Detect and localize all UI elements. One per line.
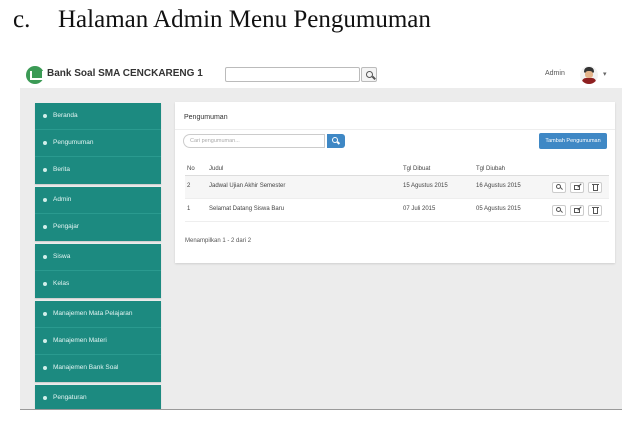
sidebar-item-label: Admin — [53, 196, 72, 203]
column-header-updated: Tgl Diubah — [476, 166, 506, 172]
table-header: No Judul Tgl Dibuat Tgl Diubah — [185, 162, 609, 176]
menu-dot-icon — [43, 282, 47, 286]
edit-icon — [574, 208, 580, 213]
sidebar-item-label: Manajemen Bank Soal — [53, 364, 119, 371]
top-navbar: Bank Soal SMA CENCKARENG 1 Admin ▾ — [20, 62, 622, 88]
search-icon — [556, 184, 561, 189]
announcement-search-button[interactable] — [327, 134, 345, 148]
figure-caption: c. Halaman Admin Menu Pengumuman — [0, 0, 642, 42]
brand-name[interactable]: Bank Soal SMA CENCKARENG 1 — [47, 68, 203, 79]
announcement-panel: Pengumuman Tambah Pengumuman No Judul Tg… — [175, 102, 615, 263]
column-header-judul: Judul — [209, 166, 224, 172]
announcement-search-input[interactable] — [184, 135, 324, 147]
divider — [175, 129, 615, 130]
search-icon — [366, 71, 373, 78]
view-button[interactable] — [552, 205, 566, 216]
row-updated-date: 16 Agustus 2015 — [476, 183, 521, 189]
delete-button[interactable] — [588, 205, 602, 216]
sidebar-item-label: Manajemen Mata Pelajaran — [53, 310, 133, 317]
sidebar-item-label: Pengajar — [53, 223, 80, 230]
add-announcement-button[interactable]: Tambah Pengumuman — [539, 133, 607, 149]
menu-dot-icon — [43, 114, 47, 118]
row-number: 2 — [187, 183, 191, 189]
sidebar-item-berita[interactable]: Berita — [35, 157, 161, 184]
user-name[interactable]: Admin — [545, 70, 565, 77]
sidebar-item-label: Berita — [53, 166, 70, 173]
menu-dot-icon — [43, 141, 47, 145]
navbar-search-input[interactable] — [225, 67, 360, 82]
row-updated-date: 05 Agustus 2015 — [476, 206, 521, 212]
sidebar-item-bank-soal[interactable]: Manajemen Bank Soal — [35, 355, 161, 382]
table-footer-count: Menampilkan 1 - 2 dari 2 — [185, 238, 252, 244]
announcement-search-box — [183, 134, 325, 148]
menu-dot-icon — [43, 255, 47, 259]
sidebar-group-main: Beranda Pengumuman Berita — [35, 103, 161, 184]
sidebar-item-materi[interactable]: Manajemen Materi — [35, 328, 161, 355]
sidebar-item-label: Pengaturan — [53, 394, 87, 401]
row-title: Jadwal Ujian Akhir Semester — [209, 183, 286, 189]
row-created-date: 15 Agustus 2015 — [403, 183, 448, 189]
sidebar-item-kelas[interactable]: Kelas — [35, 271, 161, 298]
sidebar-item-pengajar[interactable]: Pengajar — [35, 214, 161, 241]
sidebar: Beranda Pengumuman Berita Admin Pengajar — [35, 103, 161, 409]
menu-dot-icon — [43, 225, 47, 229]
announcement-table: No Judul Tgl Dibuat Tgl Diubah 2 Jadwal … — [185, 162, 609, 222]
trash-icon — [592, 207, 599, 214]
table-row: 1 Selamat Datang Siswa Baru 07 Juli 2015… — [185, 199, 609, 222]
sidebar-item-pengaturan[interactable]: Pengaturan — [35, 385, 161, 409]
sidebar-group-users: Admin Pengajar — [35, 187, 161, 241]
delete-button[interactable] — [588, 182, 602, 193]
edit-button[interactable] — [570, 182, 584, 193]
sidebar-item-label: Siswa — [53, 253, 71, 260]
caption-letter: c. — [13, 6, 31, 33]
menu-dot-icon — [43, 396, 47, 400]
sidebar-item-beranda[interactable]: Beranda — [35, 103, 161, 130]
caption-text: Halaman Admin Menu Pengumuman — [58, 6, 431, 33]
row-title: Selamat Datang Siswa Baru — [209, 206, 285, 212]
menu-dot-icon — [43, 366, 47, 370]
sidebar-item-siswa[interactable]: Siswa — [35, 244, 161, 271]
sidebar-item-pengumuman[interactable]: Pengumuman — [35, 130, 161, 157]
trash-icon — [592, 184, 599, 191]
sidebar-item-label: Manajemen Materi — [53, 337, 107, 344]
edit-icon — [574, 185, 580, 190]
table-row: 2 Jadwal Ujian Akhir Semester 15 Agustus… — [185, 176, 609, 199]
page-title: Pengumuman — [184, 114, 228, 121]
sidebar-group-management: Manajemen Mata Pelajaran Manajemen Mater… — [35, 301, 161, 382]
row-created-date: 07 Juli 2015 — [403, 206, 436, 212]
menu-dot-icon — [43, 312, 47, 316]
sidebar-item-label: Beranda — [53, 112, 78, 119]
sidebar-item-admin[interactable]: Admin — [35, 187, 161, 214]
menu-dot-icon — [43, 339, 47, 343]
school-logo-icon[interactable] — [26, 66, 44, 84]
menu-dot-icon — [43, 168, 47, 172]
search-icon — [556, 207, 561, 212]
row-number: 1 — [187, 206, 191, 212]
avatar[interactable] — [580, 66, 598, 84]
menu-dot-icon — [43, 198, 47, 202]
navbar-search-button[interactable] — [361, 67, 377, 82]
view-button[interactable] — [552, 182, 566, 193]
column-header-no: No — [187, 166, 195, 172]
sidebar-item-label: Pengumuman — [53, 139, 94, 146]
sidebar-group-students: Siswa Kelas — [35, 244, 161, 298]
search-icon — [332, 137, 338, 143]
sidebar-group-settings: Pengaturan — [35, 385, 161, 409]
edit-button[interactable] — [570, 205, 584, 216]
app-screenshot: Bank Soal SMA CENCKARENG 1 Admin ▾ Beran… — [20, 62, 622, 410]
sidebar-item-mata-pelajaran[interactable]: Manajemen Mata Pelajaran — [35, 301, 161, 328]
chevron-down-icon[interactable]: ▾ — [603, 70, 607, 78]
column-header-created: Tgl Dibuat — [403, 166, 431, 172]
sidebar-item-label: Kelas — [53, 280, 70, 287]
